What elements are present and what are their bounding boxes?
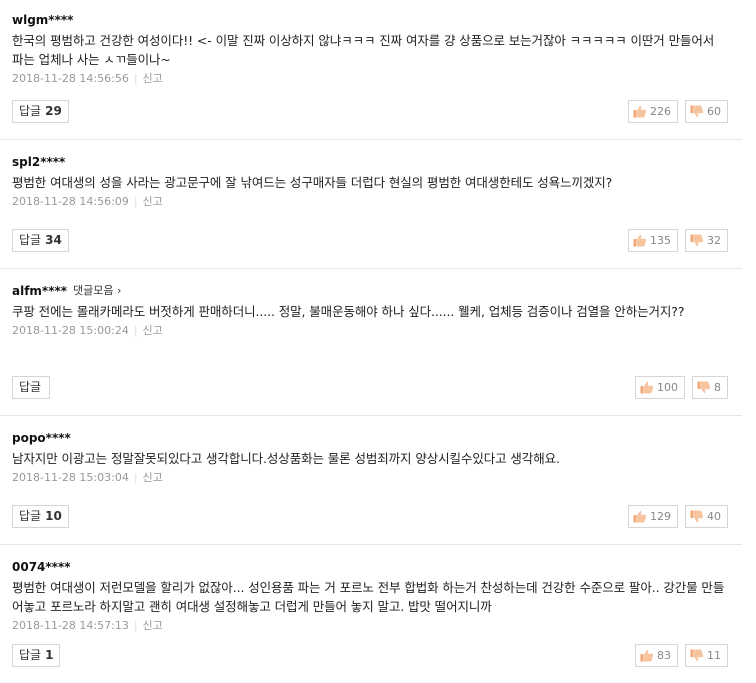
reply-count: 29	[45, 104, 62, 118]
comment-text: 평범한 여대생의 성을 사라는 광고문구에 잘 낚여드는 성구매자들 더럽다 현…	[12, 175, 613, 190]
thumbs-down-icon	[697, 381, 711, 394]
comment-actions: 답글 34 135 32	[12, 229, 728, 252]
comment-timestamp: 2018-11-28 14:56:09	[12, 195, 129, 208]
dislike-button[interactable]: 40	[685, 505, 728, 528]
reply-label: 답글	[19, 380, 42, 394]
report-link[interactable]: 신고	[143, 471, 163, 484]
comment-username[interactable]: popo****	[12, 430, 728, 446]
comment-text: 남자지만 이광고는 정말잘못되있다고 생각합니다.성상품화는 물론 성범죄까지 …	[12, 451, 560, 466]
comment-text: 쿠팡 전에는 몰래카메라도 버젓하게 판매하더니..... 정말, 불매운동해야…	[12, 304, 685, 319]
thumbs-up-icon	[640, 649, 654, 662]
like-count: 135	[650, 234, 671, 247]
comment-username: alfm**** 댓글모음 ›	[12, 283, 728, 299]
report-link[interactable]: 신고	[143, 72, 163, 85]
like-count: 226	[650, 105, 671, 118]
dislike-count: 60	[707, 105, 721, 118]
reply-button[interactable]: 답글 10	[12, 505, 69, 528]
comment-collection-link[interactable]: 댓글모음 ›	[73, 283, 121, 299]
meta-divider: |	[133, 471, 138, 484]
reply-button[interactable]: 답글 34	[12, 229, 69, 252]
comment-text: 평범한 여대생이 저런모델을 할리가 없잖아... 성인용품 파는 거 포르노 …	[12, 580, 725, 614]
comment-item: spl2**** 평범한 여대생의 성을 사라는 광고문구에 잘 낚여드는 성구…	[0, 140, 742, 269]
reply-count: 34	[45, 233, 62, 247]
comment-item: 0074**** 평범한 여대생이 저런모델을 할리가 없잖아... 성인용품 …	[0, 545, 742, 683]
dislike-count: 32	[707, 234, 721, 247]
comment-actions: 답글 1 83 11	[12, 644, 728, 667]
reply-label: 답글	[19, 233, 42, 247]
reply-count: 1	[45, 648, 54, 662]
report-link[interactable]: 신고	[143, 619, 163, 632]
like-button[interactable]: 83	[635, 644, 678, 667]
comment-actions: 답글 10 129 40	[12, 505, 728, 528]
comment-timestamp: 2018-11-28 15:03:04	[12, 471, 129, 484]
reply-count: 10	[45, 509, 62, 523]
vote-buttons: 135 32	[628, 229, 728, 252]
comment-item: popo**** 남자지만 이광고는 정말잘못되있다고 생각합니다.성상품화는 …	[0, 416, 742, 545]
comment-username[interactable]: spl2****	[12, 154, 728, 170]
dislike-count: 11	[707, 649, 721, 662]
comment-actions: 답글 100 8	[12, 376, 728, 399]
comment-timestamp: 2018-11-28 14:57:13	[12, 619, 129, 632]
vote-buttons: 100 8	[635, 376, 728, 399]
chevron-right-icon: ›	[117, 284, 122, 297]
thumbs-down-icon	[690, 649, 704, 662]
thumbs-down-icon	[690, 510, 704, 523]
meta-divider: |	[133, 324, 138, 337]
dislike-button[interactable]: 11	[685, 644, 728, 667]
thumbs-down-icon	[690, 105, 704, 118]
like-button[interactable]: 226	[628, 100, 678, 123]
reply-button[interactable]: 답글 1	[12, 644, 61, 667]
dislike-button[interactable]: 8	[692, 376, 728, 399]
reply-button[interactable]: 답글 29	[12, 100, 69, 123]
meta-divider: |	[133, 195, 138, 208]
reply-label: 답글	[19, 509, 42, 523]
like-button[interactable]: 135	[628, 229, 678, 252]
like-button[interactable]: 100	[635, 376, 685, 399]
vote-buttons: 226 60	[628, 100, 728, 123]
comment-actions: 답글 29 226 60	[12, 100, 728, 123]
report-link[interactable]: 신고	[143, 195, 163, 208]
comment-meta: 2018-11-28 14:56:09 | 신고	[12, 193, 728, 211]
reply-label: 답글	[19, 648, 42, 662]
like-button[interactable]: 129	[628, 505, 678, 528]
comment-meta: 2018-11-28 15:03:04 | 신고	[12, 469, 728, 487]
thumbs-up-icon	[633, 105, 647, 118]
dislike-count: 40	[707, 510, 721, 523]
meta-divider: |	[133, 619, 138, 632]
username-link[interactable]: alfm****	[12, 283, 67, 299]
reply-button[interactable]: 답글	[12, 376, 50, 399]
comment-list: wlgm**** 한국의 평범하고 건강한 여성이다!! <- 이말 진짜 이상…	[0, 0, 756, 683]
like-count: 100	[657, 381, 678, 394]
reply-label: 답글	[19, 104, 42, 118]
comment-username[interactable]: 0074****	[12, 559, 728, 575]
comment-text: 한국의 평범하고 건강한 여성이다!! <- 이말 진짜 이상하지 않냐ㅋㅋㅋ …	[12, 33, 715, 67]
meta-divider: |	[133, 72, 138, 85]
thumbs-up-icon	[640, 381, 654, 394]
thumbs-up-icon	[633, 234, 647, 247]
vote-buttons: 129 40	[628, 505, 728, 528]
dislike-count: 8	[714, 381, 721, 394]
comment-meta: 2018-11-28 15:00:24 | 신고	[12, 322, 728, 340]
dislike-button[interactable]: 60	[685, 100, 728, 123]
dislike-button[interactable]: 32	[685, 229, 728, 252]
like-count: 129	[650, 510, 671, 523]
comment-item: wlgm**** 한국의 평범하고 건강한 여성이다!! <- 이말 진짜 이상…	[0, 0, 742, 140]
comment-item: alfm**** 댓글모음 › 쿠팡 전에는 몰래카메라도 버젓하게 판매하더니…	[0, 269, 742, 416]
thumbs-down-icon	[690, 234, 704, 247]
comment-timestamp: 2018-11-28 15:00:24	[12, 324, 129, 337]
comment-meta: 2018-11-28 14:57:13 | 신고	[12, 617, 728, 635]
thumbs-up-icon	[633, 510, 647, 523]
comment-username[interactable]: wlgm****	[12, 12, 728, 28]
comment-timestamp: 2018-11-28 14:56:56	[12, 72, 129, 85]
like-count: 83	[657, 649, 671, 662]
comment-meta: 2018-11-28 14:56:56 | 신고	[12, 70, 728, 88]
report-link[interactable]: 신고	[143, 324, 163, 337]
vote-buttons: 83 11	[635, 644, 728, 667]
